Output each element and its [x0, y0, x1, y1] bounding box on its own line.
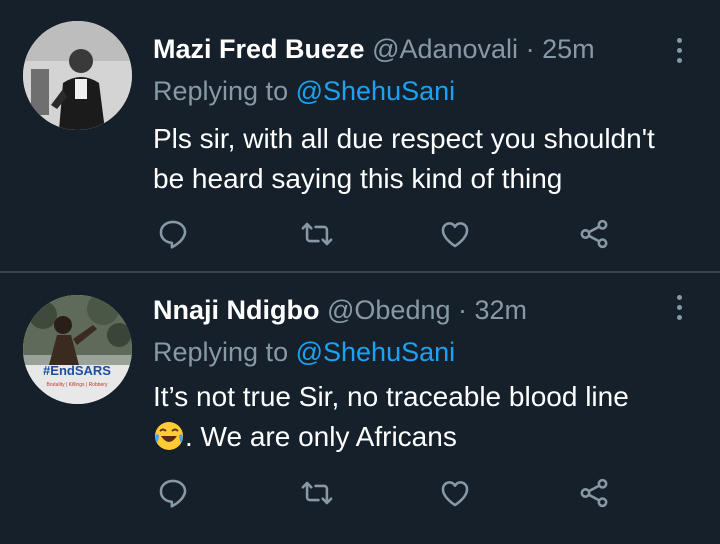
display-name[interactable]: Mazi Fred Bueze: [153, 34, 365, 64]
reply-button[interactable]: [153, 473, 193, 513]
avatar[interactable]: #EndSARS Brutality | Killings | Robbery: [23, 295, 132, 404]
share-button[interactable]: [574, 473, 614, 513]
user-handle[interactable]: @Obedng: [327, 295, 451, 325]
tweet-text-rest: . We are only Africans: [185, 421, 457, 452]
like-button[interactable]: [435, 214, 475, 254]
badge-title: #EndSARS: [43, 363, 111, 378]
like-button[interactable]: [435, 473, 475, 513]
replying-to: Replying to @ShehuSani: [153, 337, 455, 368]
like-icon: [441, 481, 469, 507]
tweet-text-line: Pls sir, with all due respect you should…: [153, 123, 655, 154]
retweet-button[interactable]: [297, 473, 337, 513]
mention-link[interactable]: @ShehuSani: [296, 337, 456, 367]
separator: ·: [450, 295, 475, 325]
laughing-emoji-icon: [155, 422, 183, 450]
more-icon[interactable]: [672, 38, 686, 68]
timestamp[interactable]: 25m: [542, 34, 595, 64]
tweet-text-line: It’s not true Sir, no traceable blood li…: [153, 381, 629, 412]
reply-icon: [159, 220, 187, 249]
tweet-header: Mazi Fred Bueze @Adanovali · 25m: [153, 34, 595, 65]
reply-icon: [159, 479, 187, 508]
avatar-photo: #EndSARS Brutality | Killings | Robbery: [23, 295, 132, 404]
avatar[interactable]: [23, 21, 132, 130]
reply-button[interactable]: [153, 214, 193, 254]
tweet-text-line: . We are only Africans: [153, 417, 703, 457]
share-button[interactable]: [574, 214, 614, 254]
mention-link[interactable]: @ShehuSani: [296, 76, 456, 106]
badge-subtitle: Brutality | Killings | Robbery: [47, 382, 108, 388]
avatar-photo: [23, 21, 132, 130]
replying-label: Replying to: [153, 76, 289, 106]
share-icon: [580, 478, 608, 508]
like-icon: [441, 222, 469, 248]
tweet-text: Pls sir, with all due respect you should…: [153, 119, 703, 199]
action-bar: [0, 473, 720, 513]
tweet-text-line: be heard saying this kind of thing: [153, 163, 563, 194]
replying-to: Replying to @ShehuSani: [153, 76, 455, 107]
tweet-text: It’s not true Sir, no traceable blood li…: [153, 377, 703, 457]
share-icon: [580, 219, 608, 249]
tweet[interactable]: Mazi Fred Bueze @Adanovali · 25m Replyin…: [0, 0, 720, 271]
tweet-header: Nnaji Ndigbo @Obedng · 32m: [153, 295, 527, 326]
display-name[interactable]: Nnaji Ndigbo: [153, 295, 319, 325]
timestamp[interactable]: 32m: [475, 295, 528, 325]
replying-label: Replying to: [153, 337, 289, 367]
retweet-icon: [301, 481, 333, 505]
more-icon[interactable]: [672, 295, 686, 325]
action-bar: [0, 214, 720, 254]
tweet[interactable]: #EndSARS Brutality | Killings | Robbery …: [0, 273, 720, 544]
separator: ·: [518, 34, 543, 64]
user-handle[interactable]: @Adanovali: [372, 34, 518, 64]
retweet-icon: [301, 222, 333, 246]
retweet-button[interactable]: [297, 214, 337, 254]
